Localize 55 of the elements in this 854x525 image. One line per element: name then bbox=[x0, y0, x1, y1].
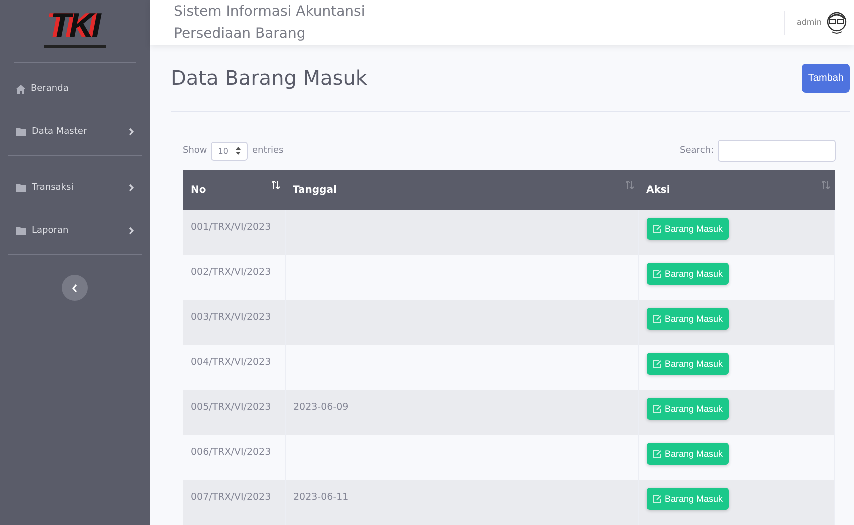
page-size-select[interactable]: 10 bbox=[211, 142, 248, 160]
app-title: Persediaan Barang bbox=[174, 24, 307, 44]
incoming-goods-button[interactable]: Barang Masuk bbox=[647, 263, 730, 285]
sidebar-item[interactable]: Data Master bbox=[8, 109, 142, 156]
incoming-goods-button[interactable]: Barang Masuk bbox=[647, 488, 730, 510]
folder-icon bbox=[16, 128, 27, 136]
table-cell: 002/TRX/VI/2023 bbox=[191, 267, 272, 278]
entries-label: entries bbox=[252, 146, 284, 156]
edit-icon bbox=[653, 314, 662, 324]
chevron-right-icon bbox=[129, 227, 134, 235]
table-cell: 004/TRX/VI/2023 bbox=[191, 357, 272, 368]
folder-icon bbox=[16, 227, 27, 235]
edit-icon bbox=[653, 360, 662, 368]
sort-icon bbox=[626, 181, 634, 189]
page-title: Data Barang Masuk bbox=[171, 66, 368, 90]
user-name[interactable]: admin bbox=[796, 18, 822, 27]
app-title: Sistem Informasi Akuntansi bbox=[174, 2, 366, 22]
column-header[interactable]: Tanggal bbox=[285, 170, 638, 210]
column-header[interactable]: No bbox=[183, 170, 285, 210]
sort-arrows-icon bbox=[236, 147, 242, 155]
edit-icon bbox=[653, 270, 662, 278]
sidebar-item[interactable]: Laporan bbox=[8, 208, 142, 255]
logo[interactable]: TKI bbox=[50, 8, 100, 42]
table-cell: 005/TRX/VI/2023 bbox=[191, 402, 272, 413]
column-header[interactable]: Aksi bbox=[638, 170, 834, 210]
incoming-goods-button[interactable]: Barang Masuk bbox=[647, 398, 730, 420]
chevron-right-icon bbox=[129, 128, 134, 136]
avatar-icon[interactable] bbox=[826, 10, 848, 34]
sidebar-toggle-button[interactable] bbox=[62, 275, 88, 301]
chevron-left-icon bbox=[72, 284, 78, 292]
search-field[interactable] bbox=[718, 140, 836, 162]
show-label: Show bbox=[183, 146, 208, 156]
sidebar-item[interactable]: Beranda bbox=[8, 69, 142, 109]
add-button[interactable]: Tambah bbox=[802, 64, 850, 92]
table-cell: 006/TRX/VI/2023 bbox=[191, 447, 272, 458]
edit-icon bbox=[653, 404, 662, 414]
chevron-right-icon bbox=[129, 184, 134, 192]
table-cell: 007/TRX/VI/2023 bbox=[191, 492, 272, 503]
sidebar-item[interactable]: Transaksi bbox=[8, 168, 142, 208]
sort-icon bbox=[272, 181, 280, 189]
search-label: Search: bbox=[680, 146, 714, 156]
incoming-goods-button[interactable]: Barang Masuk bbox=[647, 218, 730, 240]
table-cell: 001/TRX/VI/2023 bbox=[191, 222, 272, 233]
folder-icon bbox=[16, 184, 27, 192]
edit-icon bbox=[653, 494, 662, 504]
incoming-goods-button[interactable]: Barang Masuk bbox=[647, 443, 730, 465]
table-cell: 003/TRX/VI/2023 bbox=[191, 312, 272, 323]
table-cell: 2023-06-11 bbox=[294, 492, 349, 503]
table-cell: 2023-06-09 bbox=[294, 402, 349, 413]
incoming-goods-button[interactable]: Barang Masuk bbox=[647, 353, 730, 375]
sort-icon bbox=[822, 181, 830, 189]
edit-icon bbox=[653, 224, 662, 234]
incoming-goods-button[interactable]: Barang Masuk bbox=[647, 308, 730, 330]
edit-icon bbox=[653, 450, 662, 458]
home-icon bbox=[16, 84, 26, 94]
